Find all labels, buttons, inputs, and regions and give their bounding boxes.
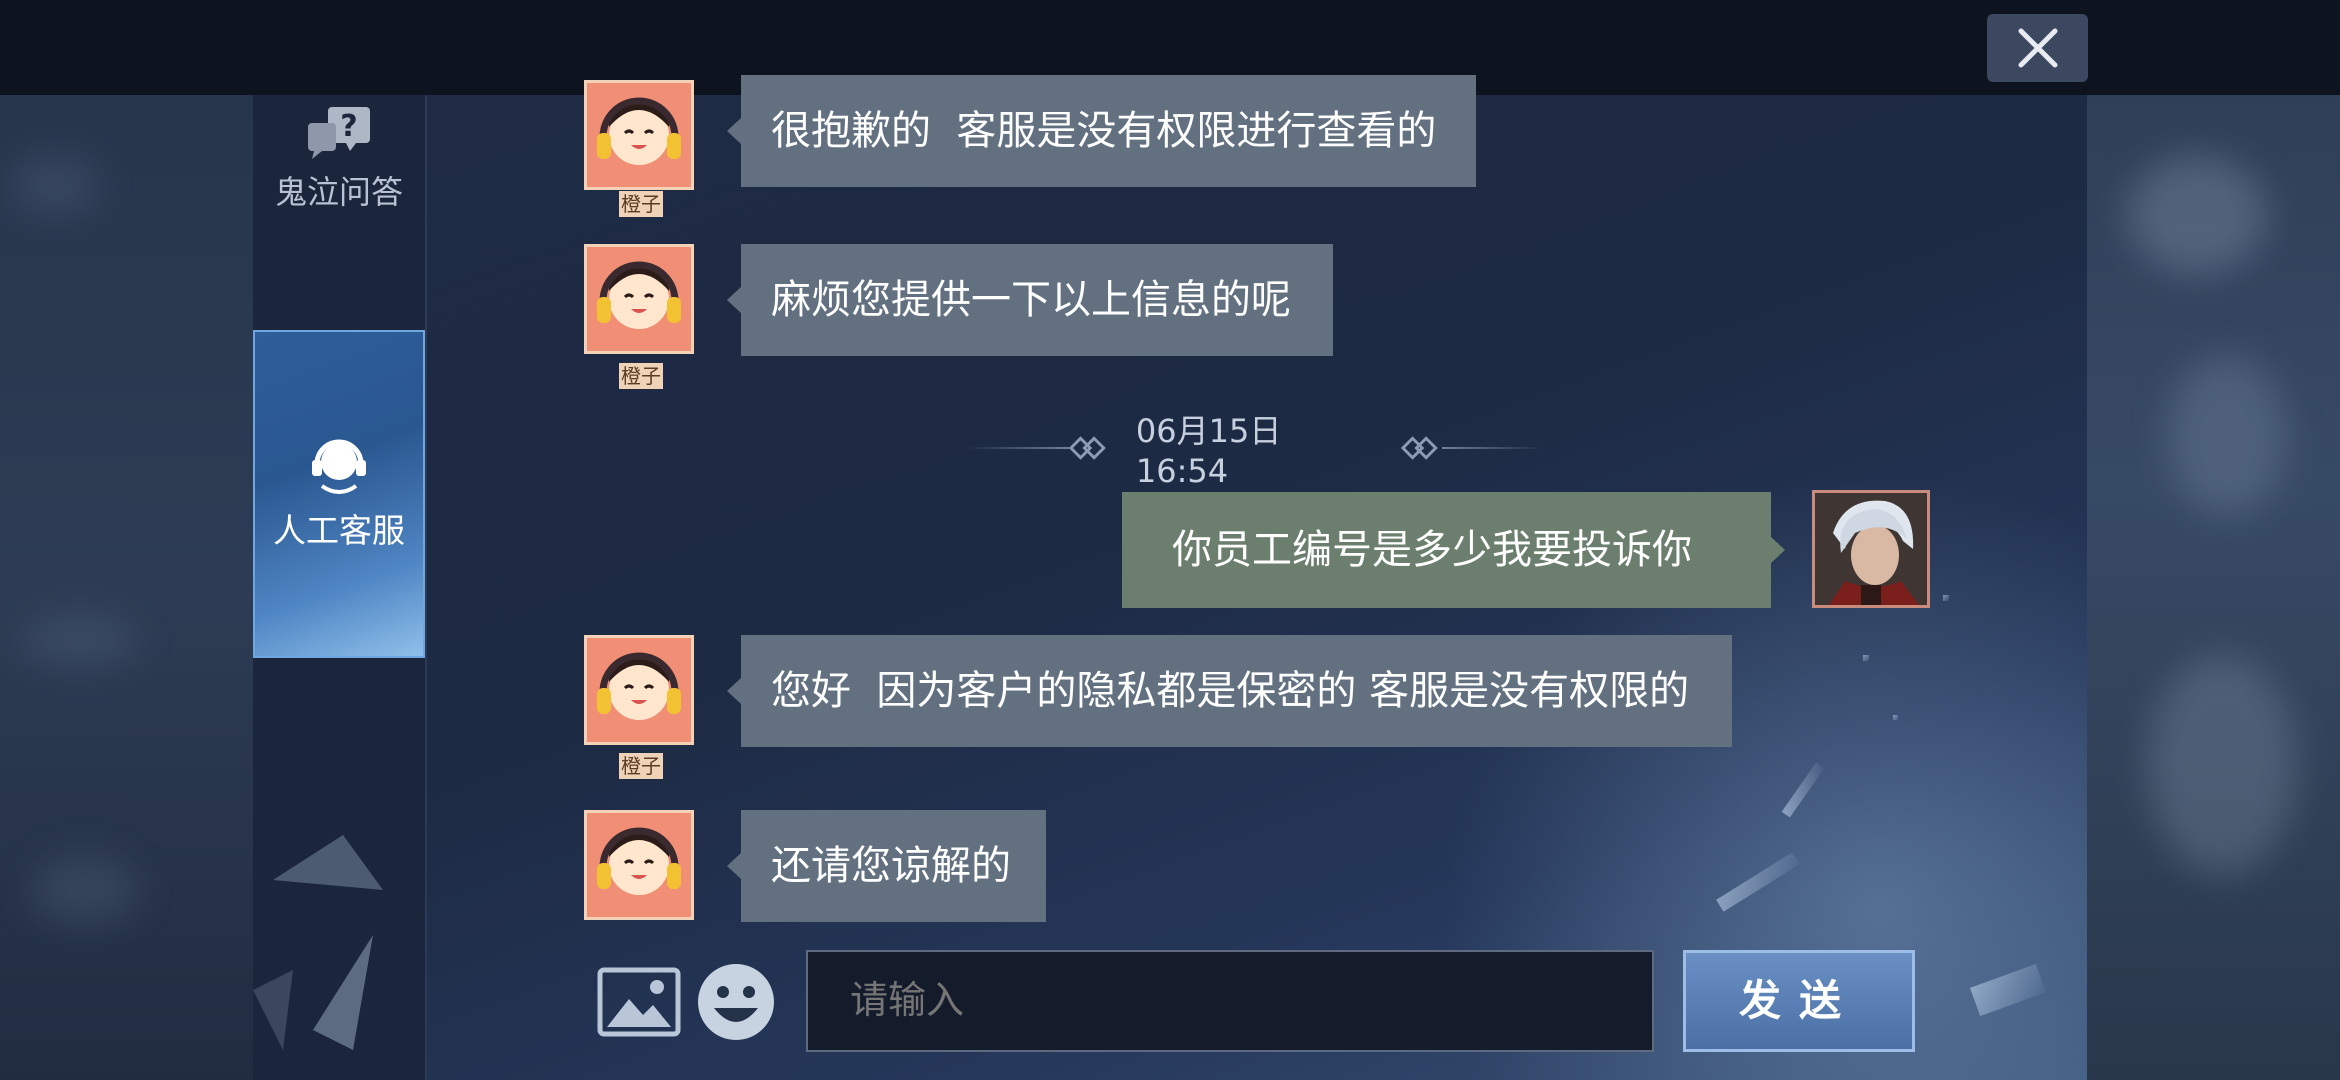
agent-avatar [584,635,694,745]
agent-avatar [584,810,694,920]
image-icon [597,967,681,1037]
image-upload-button[interactable] [597,967,681,1041]
sidebar-decoration [253,750,425,1080]
svg-text:?: ? [340,109,357,144]
message-text: 你员工编号是多少我要投诉你 [1172,527,1692,573]
agent-avatar [584,80,694,190]
sidebar-item-qa[interactable]: ? 鬼泣问答 [253,105,425,225]
agent-message-bubble: 很抱歉的 客服是没有权限进行查看的 [727,75,1476,187]
sidebar-item-label: 人工客服 [273,511,405,550]
send-button[interactable]: 发送 [1683,950,1915,1052]
message-text: 麻烦您提供一下以上信息的呢 [771,277,1291,323]
emoji-icon [698,964,774,1040]
close-button[interactable] [1987,14,2088,82]
timestamp-divider: 06月15日 16:54 [968,412,1543,490]
diamond-ornament-icon [1069,436,1107,460]
divider-line [968,447,1070,449]
diamond-ornament-icon [1401,436,1438,460]
sidebar-item-label: 鬼泣问答 [274,173,403,211]
agent-message-bubble: 麻烦您提供一下以上信息的呢 [727,244,1333,356]
timestamp-text: 06月15日 16:54 [1135,412,1282,490]
background-left [0,95,253,1080]
sidebar-item-customer-service[interactable]: 人工客服 [253,330,425,658]
message-input[interactable] [806,950,1654,1052]
divider-line [1441,447,1543,449]
message-text: 您好 因为客户的隐私都是保密的 客服是没有权限的 [771,668,1690,714]
user-message-bubble: 你员工编号是多少我要投诉你 [1122,492,1785,608]
emoji-button[interactable] [694,960,778,1048]
agent-name-tag: 橙子 [619,191,663,217]
agent-name-tag: 橙子 [619,753,663,779]
agent-message-bubble: 还请您谅解的 [727,810,1046,922]
agent-avatar [584,244,694,354]
agent-name-tag: 橙子 [619,363,663,389]
background-right [2087,95,2340,1080]
agent-message-bubble: 您好 因为客户的隐私都是保密的 客服是没有权限的 [727,635,1732,747]
question-chat-icon: ? [308,107,370,159]
message-text: 还请您谅解的 [771,843,1011,889]
close-icon [2018,28,2057,68]
user-avatar [1812,490,1930,608]
headset-icon [312,439,366,494]
message-text: 很抱歉的 客服是没有权限进行查看的 [771,108,1437,154]
